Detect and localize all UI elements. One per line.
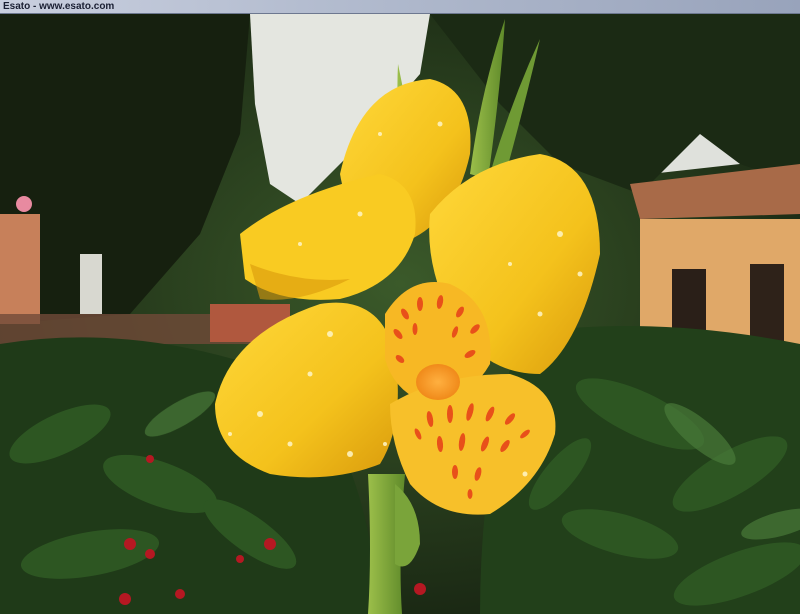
flower-throat: [416, 364, 460, 400]
pillar: [80, 254, 102, 314]
building-left: [0, 214, 40, 324]
screenshot-frame: Esato - www.esato.com: [0, 0, 800, 614]
house-door: [750, 264, 784, 344]
pink-flower: [16, 196, 32, 212]
watermark-bar: Esato - www.esato.com: [0, 0, 800, 14]
watermark-text: Esato - www.esato.com: [3, 1, 115, 12]
flower-photo: [0, 14, 800, 614]
